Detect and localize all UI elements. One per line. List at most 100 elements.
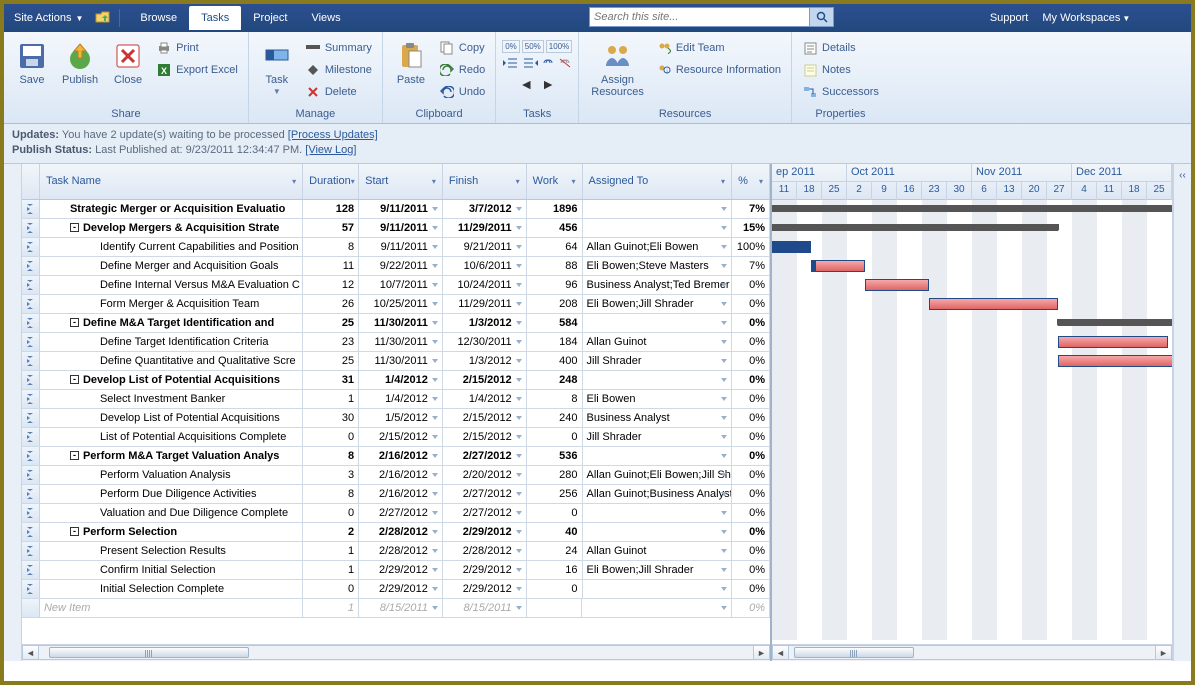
unlink-button[interactable] xyxy=(558,57,572,72)
cell-duration[interactable]: 3 xyxy=(303,466,359,484)
indent-button[interactable] xyxy=(522,57,538,72)
cell-pct[interactable]: 0% xyxy=(732,371,770,389)
row-selector[interactable] xyxy=(22,371,40,389)
cell-finish[interactable]: 3/7/2012 xyxy=(443,200,527,218)
row-selector[interactable] xyxy=(22,428,40,446)
milestone-button[interactable]: Milestone xyxy=(301,60,376,80)
row-selector[interactable] xyxy=(22,219,40,237)
row-selector[interactable] xyxy=(22,504,40,522)
cell-assigned[interactable] xyxy=(583,200,733,218)
cell-start[interactable]: 1/4/2012 xyxy=(359,390,443,408)
outdent-button[interactable] xyxy=(503,57,519,72)
tab-browse[interactable]: Browse xyxy=(128,6,189,30)
cell-finish[interactable]: 2/27/2012 xyxy=(443,485,527,503)
row-selector[interactable] xyxy=(22,447,40,465)
col-start[interactable]: Start▾ xyxy=(359,164,443,199)
cell-assigned[interactable]: Allan Guinot;Eli Bowen xyxy=(583,238,733,256)
resource-info-button[interactable]: iResource Information xyxy=(652,60,785,80)
pct-0-button[interactable]: 0% xyxy=(502,40,520,53)
cell-finish[interactable]: 2/15/2012 xyxy=(443,409,527,427)
cell-duration[interactable]: 23 xyxy=(303,333,359,351)
cell-assigned[interactable] xyxy=(583,504,733,522)
cell-finish[interactable]: 11/29/2011 xyxy=(443,219,527,237)
cell-duration[interactable]: 25 xyxy=(303,352,359,370)
right-strip-expand[interactable]: ‹‹ xyxy=(1173,164,1191,661)
successors-button[interactable]: Successors xyxy=(798,82,883,102)
cell-work[interactable]: 240 xyxy=(527,409,583,427)
cell-name[interactable]: -Define M&A Target Identification and xyxy=(40,314,303,332)
table-row[interactable]: Develop List of Potential Acquisitions30… xyxy=(22,409,770,428)
cell-start[interactable]: 1/4/2012 xyxy=(359,371,443,389)
cell-work[interactable]: 1896 xyxy=(527,200,583,218)
cell-assigned[interactable]: Jill Shrader xyxy=(583,352,733,370)
user-menu[interactable] xyxy=(1144,12,1181,24)
col-task-name[interactable]: Task Name▾ xyxy=(40,164,303,199)
table-row[interactable]: -Perform Selection22/28/20122/29/2012400… xyxy=(22,523,770,542)
dropdown-icon[interactable]: ▾ xyxy=(516,177,520,186)
row-selector[interactable] xyxy=(22,466,40,484)
table-row[interactable]: List of Potential Acquisitions Complete0… xyxy=(22,428,770,447)
cell-pct[interactable]: 0% xyxy=(732,561,770,579)
dropdown-icon[interactable]: ▾ xyxy=(572,177,576,186)
cell-pct[interactable]: 0% xyxy=(732,580,770,598)
cell-assigned[interactable]: Allan Guinot;Business Analyst;E xyxy=(583,485,733,503)
cell-finish[interactable]: 1/4/2012 xyxy=(443,390,527,408)
cell-assigned[interactable] xyxy=(583,523,733,541)
cell-pct[interactable]: 0% xyxy=(732,485,770,503)
cell-duration[interactable]: 0 xyxy=(303,504,359,522)
table-row[interactable]: -Develop List of Potential Acquisitions3… xyxy=(22,371,770,390)
table-row[interactable]: Strategic Merger or Acquisition Evaluati… xyxy=(22,200,770,219)
cell-start[interactable]: 2/16/2012 xyxy=(359,466,443,484)
cell-name[interactable]: Perform Valuation Analysis xyxy=(40,466,303,484)
cell-pct[interactable]: 0% xyxy=(732,409,770,427)
row-selector[interactable] xyxy=(22,200,40,218)
row-selector[interactable] xyxy=(22,561,40,579)
export-excel-button[interactable]: XExport Excel xyxy=(152,60,242,80)
cell-start[interactable]: 11/30/2011 xyxy=(359,314,443,332)
cell-pct[interactable]: 0% xyxy=(732,276,770,294)
cell-start[interactable]: 11/30/2011 xyxy=(359,333,443,351)
cell-start[interactable]: 2/16/2012 xyxy=(359,447,443,465)
row-selector[interactable] xyxy=(22,409,40,427)
cell-name[interactable]: -Perform M&A Target Valuation Analys xyxy=(40,447,303,465)
search-input[interactable] xyxy=(589,7,810,27)
cell-name[interactable]: -Develop List of Potential Acquisitions xyxy=(40,371,303,389)
process-updates-link[interactable]: [Process Updates] xyxy=(288,129,378,141)
cell-finish[interactable]: 2/29/2012 xyxy=(443,580,527,598)
cell-pct[interactable]: 0% xyxy=(732,352,770,370)
cell-work[interactable]: 400 xyxy=(527,352,583,370)
cell-start[interactable]: 2/29/2012 xyxy=(359,561,443,579)
row-selector[interactable] xyxy=(22,523,40,541)
new-item-row[interactable]: New Item18/15/20118/15/20110% xyxy=(22,599,770,618)
table-row[interactable]: Define Merger and Acquisition Goals119/2… xyxy=(22,257,770,276)
cell-name[interactable]: Form Merger & Acquisition Team xyxy=(40,295,303,313)
cell-duration[interactable]: 0 xyxy=(303,580,359,598)
table-row[interactable]: -Perform M&A Target Valuation Analys82/1… xyxy=(22,447,770,466)
cell-finish[interactable]: 2/15/2012 xyxy=(443,371,527,389)
cell-finish[interactable]: 10/6/2011 xyxy=(443,257,527,275)
cell-name[interactable]: Define Merger and Acquisition Goals xyxy=(40,257,303,275)
navigate-up-icon[interactable] xyxy=(95,10,111,27)
table-row[interactable]: -Develop Mergers & Acquisition Strate579… xyxy=(22,219,770,238)
cell-work[interactable]: 0 xyxy=(527,428,583,446)
table-row[interactable]: Define Internal Versus M&A Evaluation C1… xyxy=(22,276,770,295)
cell-duration[interactable]: 1 xyxy=(303,561,359,579)
cell-start[interactable]: 10/7/2011 xyxy=(359,276,443,294)
cell-assigned[interactable]: Eli Bowen xyxy=(583,390,733,408)
cell-assigned[interactable] xyxy=(583,580,733,598)
paste-button[interactable]: Paste xyxy=(389,36,433,106)
table-row[interactable]: Define Target Identification Criteria231… xyxy=(22,333,770,352)
row-selector[interactable] xyxy=(22,257,40,275)
cell-assigned[interactable]: Jill Shrader xyxy=(583,428,733,446)
row-selector[interactable] xyxy=(22,599,40,617)
cell-name[interactable]: Select Investment Banker xyxy=(40,390,303,408)
cell-assigned[interactable]: Business Analyst xyxy=(583,409,733,427)
dropdown-icon[interactable]: ▾ xyxy=(759,177,763,186)
task-button[interactable]: Task ▼ xyxy=(255,36,299,106)
table-row[interactable]: Perform Valuation Analysis32/16/20122/20… xyxy=(22,466,770,485)
cell-assigned[interactable] xyxy=(583,219,733,237)
tab-views[interactable]: Views xyxy=(299,6,352,30)
scroll-left[interactable]: ◄ xyxy=(22,645,39,660)
cell-work[interactable]: 64 xyxy=(527,238,583,256)
cell-name[interactable]: Initial Selection Complete xyxy=(40,580,303,598)
